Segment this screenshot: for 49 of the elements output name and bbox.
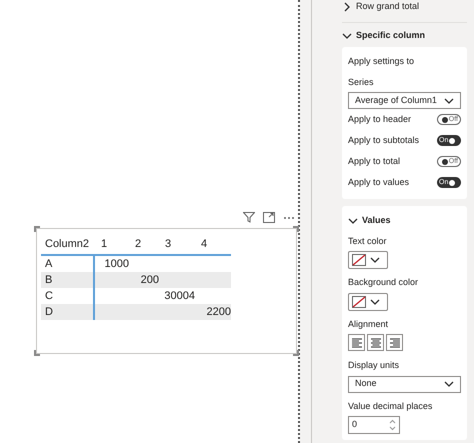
color-picker[interactable] xyxy=(348,292,388,310)
filter-icon[interactable] xyxy=(243,212,255,223)
chevron-down-icon xyxy=(444,96,454,106)
matrix-visual[interactable]: Column2 1 2 3 4 A 1000 B 200 C 30004 D 2200 xyxy=(36,228,297,354)
field-label: Alignment xyxy=(348,318,390,331)
section-header[interactable]: Row grand total xyxy=(356,0,420,14)
spinner-arrows-icon xyxy=(389,419,396,431)
field-label: Value decimal places xyxy=(348,400,434,413)
section-header[interactable]: Specific column xyxy=(356,28,426,42)
row-header: Column2 xyxy=(44,236,90,252)
column-header: 2 xyxy=(134,236,142,252)
align-left-button[interactable] xyxy=(348,334,365,351)
chevron-down-icon xyxy=(370,296,380,306)
decimal-places-spinner[interactable]: 0 xyxy=(348,416,400,434)
toggle-label: Apply to subtotals xyxy=(348,134,420,147)
field-label: Text color xyxy=(348,234,388,248)
display-units-dropdown[interactable]: None xyxy=(348,376,461,392)
toggle-label: Apply to values xyxy=(348,176,410,189)
toggle-label: Apply to total xyxy=(348,154,400,168)
align-right-icon xyxy=(388,336,402,350)
table-cell-text: 2200 xyxy=(206,304,231,320)
table-cell-text: 200 xyxy=(140,272,159,288)
no-color-swatch-icon xyxy=(352,296,366,308)
resize-handle[interactable] xyxy=(34,350,40,356)
field-label: Series xyxy=(348,76,375,88)
align-center-button[interactable] xyxy=(367,334,384,351)
more-options-icon[interactable] xyxy=(283,216,295,220)
no-color-swatch-icon xyxy=(352,254,366,266)
table-cell-text: 1000 xyxy=(104,256,129,272)
color-picker[interactable] xyxy=(348,251,388,269)
field-label: Background color xyxy=(348,276,420,289)
table-cell-text: 30004 xyxy=(164,288,195,304)
column-header: 3 xyxy=(164,236,172,252)
align-left-icon xyxy=(350,336,364,350)
resize-handle[interactable] xyxy=(34,226,40,232)
align-right-button[interactable] xyxy=(386,334,403,351)
focus-mode-icon[interactable] xyxy=(263,212,275,223)
card-heading: Apply settings to xyxy=(348,55,416,68)
column-header: 1 xyxy=(100,236,108,252)
align-center-icon xyxy=(368,336,382,350)
column-header: 4 xyxy=(200,236,208,252)
section-header[interactable]: Values xyxy=(362,214,391,228)
row-label: B xyxy=(41,272,95,288)
series-dropdown[interactable]: Average of Column1 xyxy=(348,92,461,109)
field-label: Display units xyxy=(348,359,400,372)
chevron-down-icon xyxy=(444,379,454,389)
chevron-down-icon xyxy=(370,255,380,265)
toggle-label: Apply to header xyxy=(348,112,412,126)
row-label: D xyxy=(41,304,95,320)
